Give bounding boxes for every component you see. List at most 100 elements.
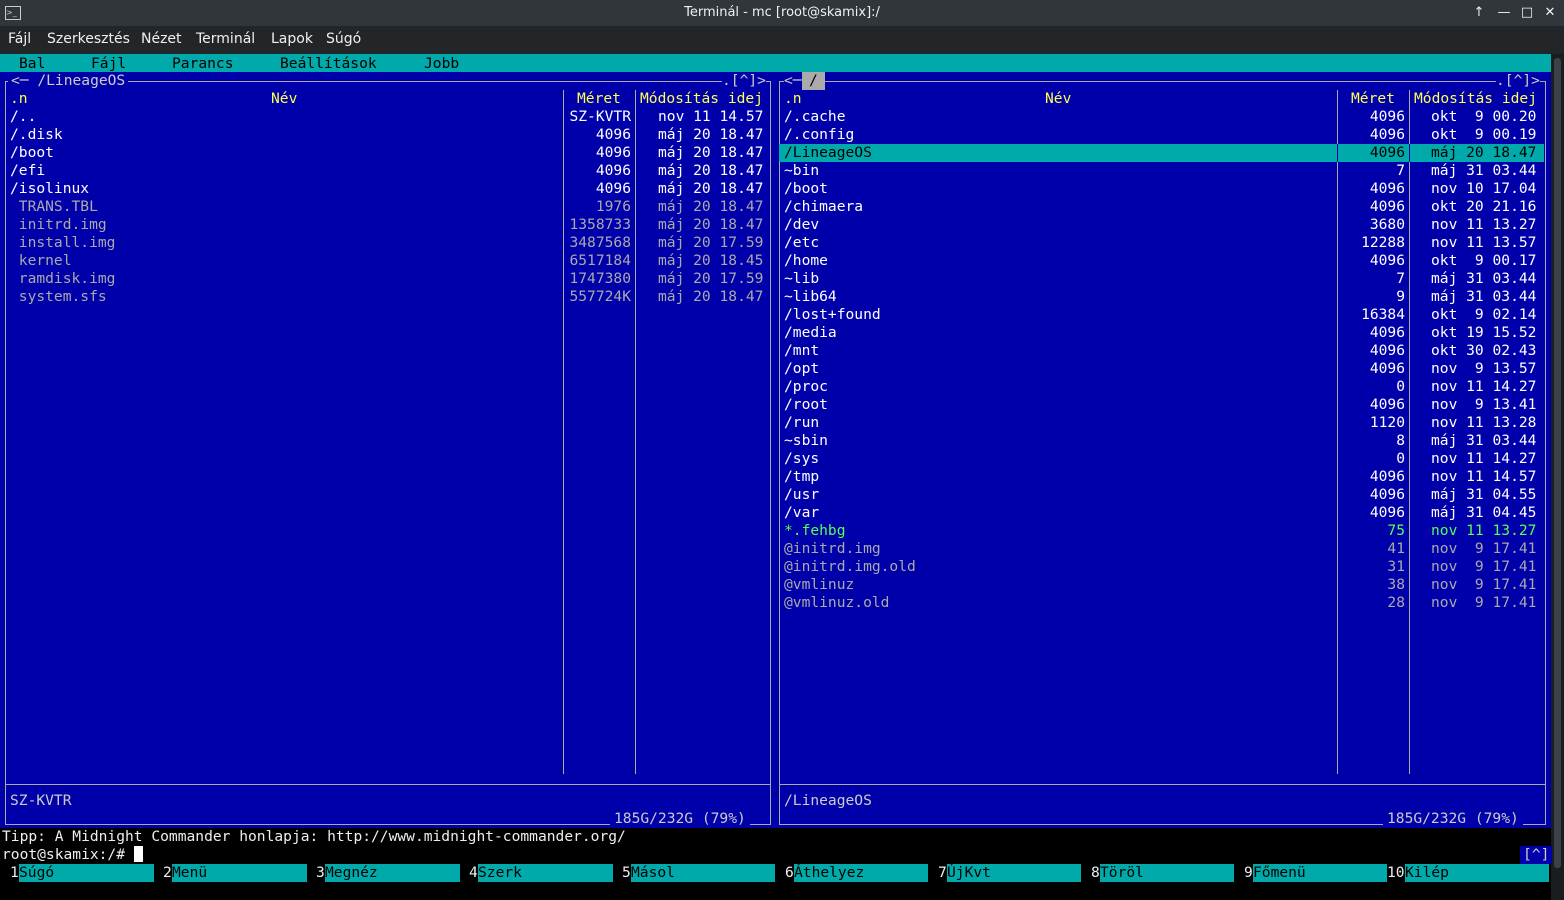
right-panel-left-corner[interactable]: <─: [784, 72, 802, 90]
selection-col-divider: [1337, 144, 1338, 162]
right-panel-corner-buttons[interactable]: .[^]>: [1496, 72, 1540, 90]
left-file-row[interactable]: system.sfs 557724K máj 20 18.47: [5, 288, 769, 306]
menu-tabs[interactable]: Lapok: [271, 31, 313, 47]
scrollbar-thumb[interactable]: [1554, 58, 1561, 868]
fkey-5-button[interactable]: 5 Másol: [622, 864, 775, 882]
right-header-name[interactable]: Név: [1045, 90, 1071, 108]
file-mtime: máj 31 03.44: [1431, 162, 1537, 179]
mc-menu-command[interactable]: Parancs: [172, 55, 234, 72]
fkey-8-button[interactable]: 8 Töröl: [1091, 864, 1234, 882]
right-file-row[interactable]: /root 4096 nov 9 13.41: [779, 396, 1544, 414]
right-file-row[interactable]: @initrd.img.old 31 nov 9 17.41: [779, 558, 1544, 576]
right-file-row[interactable]: *.fehbg 75 nov 11 13.27: [779, 522, 1544, 540]
minimize-button[interactable]: —: [1494, 3, 1514, 23]
file-mtime: nov 11 13.27: [1431, 522, 1537, 539]
right-file-row[interactable]: @vmlinuz.old 28 nov 9 17.41: [779, 594, 1544, 612]
left-file-row[interactable]: /efi 4096 máj 20 18.47: [5, 162, 769, 180]
maximize-button[interactable]: □: [1517, 3, 1537, 23]
left-header-n[interactable]: .n: [10, 90, 28, 108]
fkey-10-button[interactable]: 10 Kilép: [1387, 864, 1549, 882]
right-file-row[interactable]: /run 1120 nov 11 13.28: [779, 414, 1544, 432]
right-file-row[interactable]: /proc 0 nov 11 14.27: [779, 378, 1544, 396]
right-file-row[interactable]: /lost+found 16384 okt 9 02.14: [779, 306, 1544, 324]
right-file-row[interactable]: /usr 4096 máj 31 04.55: [779, 486, 1544, 504]
window-title: Terminál - mc [root@skamix]:/: [684, 5, 880, 20]
left-file-row[interactable]: /isolinux 4096 máj 20 18.47: [5, 180, 769, 198]
right-header-n[interactable]: .n: [784, 90, 802, 108]
right-file-row[interactable]: @initrd.img 41 nov 9 17.41: [779, 540, 1544, 558]
file-mtime: nov 9 17.41: [1431, 558, 1537, 575]
left-file-row[interactable]: /.disk 4096 máj 20 18.47: [5, 126, 769, 144]
left-header-name[interactable]: Név: [271, 90, 297, 108]
terminal-scrollbar[interactable]: [1551, 54, 1564, 900]
file-name: ~bin: [784, 162, 820, 179]
right-file-row[interactable]: /mnt 4096 okt 30 02.43: [779, 342, 1544, 360]
fkey-6-button[interactable]: 6 Áthelyez: [785, 864, 928, 882]
right-file-row[interactable]: /.config 4096 okt 9 00.19: [779, 126, 1544, 144]
file-mtime: nov 9 17.41: [1431, 594, 1537, 611]
right-header-mtime[interactable]: Módosítás idej: [1414, 90, 1537, 108]
fkey-number: 6: [785, 864, 794, 881]
right-file-row[interactable]: /media 4096 okt 19 15.52: [779, 324, 1544, 342]
mc-menu-left[interactable]: Bal: [19, 55, 45, 72]
right-file-row[interactable]: /boot 4096 nov 10 17.04: [779, 180, 1544, 198]
right-file-row[interactable]: ~lib64 9 máj 31 03.44: [779, 288, 1544, 306]
right-file-row[interactable]: /etc 12288 nov 11 13.57: [779, 234, 1544, 252]
left-header-size[interactable]: Méret: [577, 90, 621, 108]
right-panel-path[interactable]: /: [802, 72, 825, 90]
left-file-row[interactable]: ramdisk.img 1747380 máj 20 17.59: [5, 270, 769, 288]
menu-file[interactable]: Fájl: [8, 31, 31, 47]
file-mtime: máj 31 04.55: [1431, 486, 1537, 503]
fkey-7-button[interactable]: 7 ÚjKvt: [938, 864, 1081, 882]
right-file-row[interactable]: /var 4096 máj 31 04.45: [779, 504, 1544, 522]
file-size: 0: [1396, 450, 1405, 467]
menu-terminal[interactable]: Terminál: [196, 31, 255, 47]
right-file-row[interactable]: /sys 0 nov 11 14.27: [779, 450, 1544, 468]
left-file-row[interactable]: install.img 3487568 máj 20 17.59: [5, 234, 769, 252]
file-size: 4096: [1369, 360, 1405, 377]
right-file-row[interactable]: /tmp 4096 nov 11 14.57: [779, 468, 1544, 486]
menu-view[interactable]: Nézet: [141, 31, 182, 47]
mc-menu-right[interactable]: Jobb: [424, 55, 459, 72]
menu-edit[interactable]: Szerkesztés: [47, 31, 130, 47]
fkey-9-button[interactable]: 9 Főmenü: [1244, 864, 1387, 882]
file-name: /root: [784, 396, 828, 413]
right-file-row[interactable]: /chimaera 4096 okt 20 21.16: [779, 198, 1544, 216]
left-file-row[interactable]: kernel 6517184 máj 20 18.45: [5, 252, 769, 270]
left-panel-corner-buttons[interactable]: .[^]>: [722, 72, 766, 90]
fkey-3-button[interactable]: 3 Megnéz: [316, 864, 460, 882]
right-file-row[interactable]: /opt 4096 nov 9 13.57: [779, 360, 1544, 378]
file-size: 4096: [1369, 252, 1405, 269]
right-file-row[interactable]: /LineageOS 4096 máj 20 18.47: [779, 144, 1544, 162]
mc-menu-options[interactable]: Beállítások: [280, 55, 377, 72]
fkey-1-button[interactable]: 1 Súgó: [10, 864, 154, 882]
mc-menu-file[interactable]: Fájl: [91, 55, 126, 72]
right-file-row[interactable]: ~bin 7 máj 31 03.44: [779, 162, 1544, 180]
keep-above-button[interactable]: ↑: [1469, 3, 1489, 23]
file-size: 31: [1387, 558, 1405, 575]
right-file-row[interactable]: /.cache 4096 okt 9 00.20: [779, 108, 1544, 126]
file-name: ~sbin: [784, 432, 828, 449]
command-prompt[interactable]: root@skamix:/#: [2, 846, 143, 864]
right-file-row[interactable]: /home 4096 okt 9 00.17: [779, 252, 1544, 270]
right-file-row[interactable]: ~lib 7 máj 31 03.44: [779, 270, 1544, 288]
close-button[interactable]: ✕: [1540, 3, 1560, 23]
file-size: 7: [1396, 270, 1405, 287]
left-panel-path[interactable]: <─ /LineageOS: [8, 72, 129, 90]
right-file-row[interactable]: /dev 3680 nov 11 13.27: [779, 216, 1544, 234]
right-header-size[interactable]: Méret: [1351, 90, 1395, 108]
menu-help[interactable]: Súgó: [326, 31, 361, 47]
left-file-row[interactable]: /boot 4096 máj 20 18.47: [5, 144, 769, 162]
fkey-2-button[interactable]: 2 Menü: [163, 864, 307, 882]
right-file-row[interactable]: ~sbin 8 máj 31 03.44: [779, 432, 1544, 450]
right-panel[interactable]: <─ / .[^]> .n Név Méret Módosítás idej /…: [775, 72, 1551, 828]
right-file-row[interactable]: @vmlinuz 38 nov 9 17.41: [779, 576, 1544, 594]
left-panel[interactable]: <─ /LineageOS .[^]> .n Név Méret Módosít…: [0, 72, 775, 828]
history-button[interactable]: [^]: [1520, 846, 1553, 864]
left-header-mtime[interactable]: Módosítás idej: [640, 90, 763, 108]
file-size: 6517184: [569, 252, 631, 269]
left-file-row[interactable]: TRANS.TBL 1976 máj 20 18.47: [5, 198, 769, 216]
fkey-4-button[interactable]: 4 Szerk: [469, 864, 613, 882]
left-file-row[interactable]: /.. SZ-KVTR nov 11 14.57: [5, 108, 769, 126]
left-file-row[interactable]: initrd.img 1358733 máj 20 18.47: [5, 216, 769, 234]
